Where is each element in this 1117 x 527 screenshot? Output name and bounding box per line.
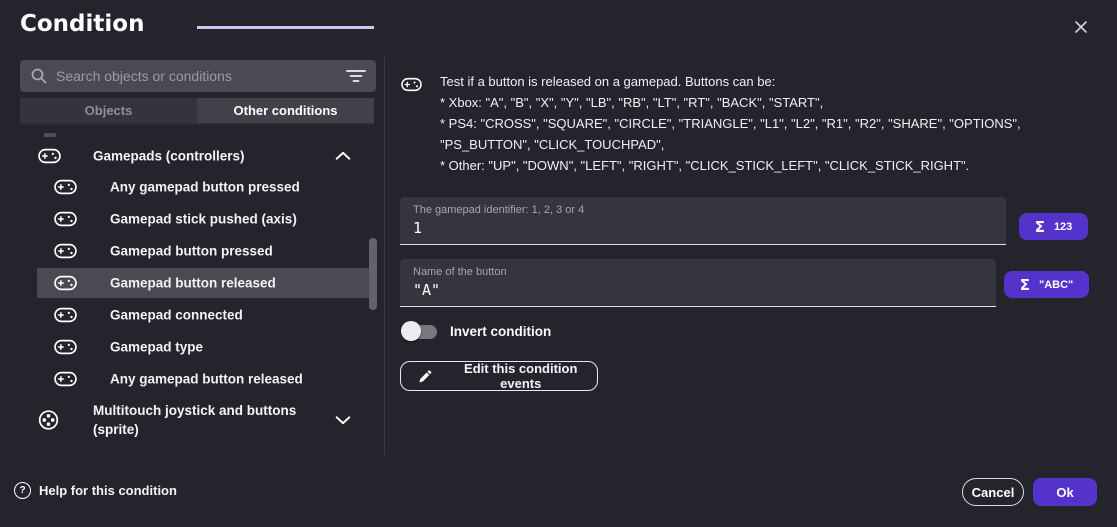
expression-editor-button-string[interactable]: Σ "ABC" [1004,271,1089,298]
description-line: * PS4: "CROSS", "SQUARE", "CIRCLE", "TRI… [440,113,1100,134]
button-name-field[interactable]: Name of the button [400,259,996,307]
gamepad-icon [401,77,422,92]
search-input[interactable] [56,68,346,84]
list-item[interactable]: Any gamepad button released [0,364,371,394]
tab-bar: Objects Other conditions [20,98,374,125]
field-label: Name of the button [413,266,507,278]
invert-condition-label: Invert condition [450,324,551,339]
group-label: Gamepads (controllers) [93,147,333,166]
ok-button[interactable]: Ok [1033,478,1097,506]
description-line: * Xbox: "A", "B", "X", "Y", "LB", "RB", … [440,92,1100,113]
help-icon: ? [14,482,31,499]
sigma-icon: Σ [1035,218,1045,236]
description-line: "PS_BUTTON", "CLICK_TOUCHPAD", [440,134,1100,155]
condition-dialog: Condition Objects Other conditions [0,0,1117,527]
group-label: Multitouch joystick and buttons (sprite) [93,401,333,439]
gamepad-icon [38,148,61,164]
list-item[interactable]: Gamepad connected [0,300,371,330]
joystick-dpad-icon [38,410,59,431]
chevron-down-icon[interactable] [334,415,352,426]
list-item[interactable]: Gamepad stick pushed (axis) [0,204,371,234]
help-label: Help for this condition [39,483,177,498]
item-label: Gamepad button pressed [110,244,273,259]
item-label: Any gamepad button pressed [110,180,300,195]
description-line: Test if a button is released on a gamepa… [440,71,1100,92]
conditions-list: Gamepads (controllers) Any gamepad butto… [0,130,384,456]
gamepad-icon [54,243,77,259]
help-link[interactable]: ? Help for this condition [14,482,177,499]
partially-scrolled-item [44,133,56,137]
pencil-icon [418,369,432,384]
edit-button-label: Edit this condition events [444,361,597,391]
dialog-title: Condition [20,11,144,37]
toggle-thumb [401,321,421,341]
sigma-icon: Σ [1020,276,1030,294]
cancel-button[interactable]: Cancel [962,478,1024,506]
filter-icon[interactable] [346,68,366,84]
item-label: Gamepad stick pushed (axis) [110,212,297,227]
description-line: * Other: "UP", "DOWN", "LEFT", "RIGHT", … [440,155,1100,176]
expression-editor-button-number[interactable]: Σ 123 [1019,213,1088,240]
edit-condition-events-button[interactable]: Edit this condition events [400,361,598,391]
sigma-button-label: "ABC" [1039,279,1073,291]
field-label: The gamepad identifier: 1, 2, 3 or 4 [413,204,584,216]
list-item-selected[interactable]: Gamepad button released [37,268,371,298]
item-label: Any gamepad button released [110,372,303,387]
gamepad-icon [54,211,77,227]
chevron-up-icon[interactable] [334,151,352,162]
gamepad-icon [54,275,77,291]
condition-description: Test if a button is released on a gamepa… [440,71,1100,176]
panel-divider [384,57,385,455]
gamepad-identifier-field[interactable]: The gamepad identifier: 1, 2, 3 or 4 [400,197,1006,245]
item-label: Gamepad type [110,340,203,355]
group-row-gamepads[interactable]: Gamepads (controllers) [0,141,371,171]
sigma-button-label: 123 [1054,221,1072,233]
tab-other-conditions[interactable]: Other conditions [197,98,374,123]
search-bar [20,60,376,92]
gamepad-icon [54,371,77,387]
group-row-multitouch[interactable]: Multitouch joystick and buttons (sprite) [0,398,371,442]
list-item[interactable]: Gamepad button pressed [0,236,371,266]
tab-objects[interactable]: Objects [20,98,197,123]
close-x-glyph [1072,18,1090,36]
gamepad-icon [54,339,77,355]
gamepad-identifier-input[interactable] [413,219,993,237]
active-tab-underline [197,26,374,29]
item-label: Gamepad button released [110,276,276,291]
gamepad-icon [54,307,77,323]
list-item[interactable]: Gamepad type [0,332,371,362]
gamepad-icon [54,179,77,195]
list-item[interactable]: Any gamepad button pressed [0,172,371,202]
item-label: Gamepad connected [110,308,243,323]
close-icon[interactable] [1070,16,1092,38]
invert-condition-toggle[interactable] [401,321,437,342]
search-icon [30,67,48,85]
list-scrollbar-thumb[interactable] [369,238,377,310]
button-name-input[interactable] [413,281,983,299]
